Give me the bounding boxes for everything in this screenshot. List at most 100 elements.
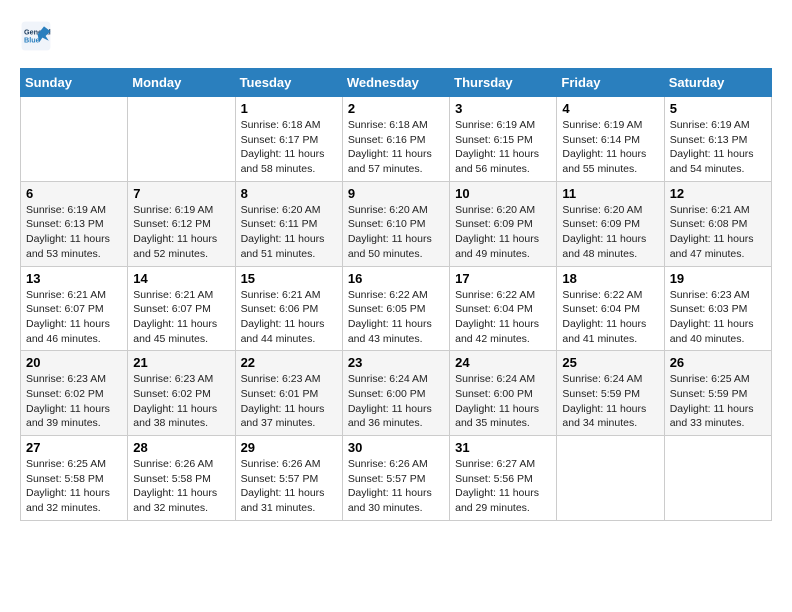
logo-icon: General Blue (20, 20, 52, 52)
day-number: 10 (455, 186, 551, 201)
day-number: 30 (348, 440, 444, 455)
day-info: Sunrise: 6:24 AM Sunset: 6:00 PM Dayligh… (348, 372, 444, 431)
day-info: Sunrise: 6:20 AM Sunset: 6:11 PM Dayligh… (241, 203, 337, 262)
day-number: 19 (670, 271, 766, 286)
day-info: Sunrise: 6:20 AM Sunset: 6:09 PM Dayligh… (455, 203, 551, 262)
calendar-week-row: 13 Sunrise: 6:21 AM Sunset: 6:07 PM Dayli… (21, 266, 772, 351)
day-number: 11 (562, 186, 658, 201)
day-number: 18 (562, 271, 658, 286)
calendar-cell: 27 Sunrise: 6:25 AM Sunset: 5:58 PM Dayli… (21, 436, 128, 521)
day-info: Sunrise: 6:26 AM Sunset: 5:58 PM Dayligh… (133, 457, 229, 516)
day-number: 12 (670, 186, 766, 201)
day-number: 16 (348, 271, 444, 286)
header-wednesday: Wednesday (342, 69, 449, 97)
calendar-cell: 14 Sunrise: 6:21 AM Sunset: 6:07 PM Dayli… (128, 266, 235, 351)
day-number: 14 (133, 271, 229, 286)
calendar-cell: 16 Sunrise: 6:22 AM Sunset: 6:05 PM Dayli… (342, 266, 449, 351)
day-number: 26 (670, 355, 766, 370)
day-info: Sunrise: 6:25 AM Sunset: 5:59 PM Dayligh… (670, 372, 766, 431)
day-info: Sunrise: 6:23 AM Sunset: 6:02 PM Dayligh… (133, 372, 229, 431)
calendar-cell: 19 Sunrise: 6:23 AM Sunset: 6:03 PM Dayli… (664, 266, 771, 351)
day-number: 2 (348, 101, 444, 116)
day-info: Sunrise: 6:21 AM Sunset: 6:06 PM Dayligh… (241, 288, 337, 347)
day-info: Sunrise: 6:26 AM Sunset: 5:57 PM Dayligh… (241, 457, 337, 516)
header-thursday: Thursday (450, 69, 557, 97)
calendar-cell: 10 Sunrise: 6:20 AM Sunset: 6:09 PM Dayli… (450, 181, 557, 266)
day-number: 29 (241, 440, 337, 455)
calendar-cell: 21Sunrise: 6:23 AM Sunset: 6:02 PM Dayli… (128, 351, 235, 436)
calendar-week-row: 27 Sunrise: 6:25 AM Sunset: 5:58 PM Dayli… (21, 436, 772, 521)
calendar-table: SundayMondayTuesdayWednesdayThursdayFrid… (20, 68, 772, 521)
calendar-cell: 3Sunrise: 6:19 AM Sunset: 6:15 PM Daylig… (450, 97, 557, 182)
calendar-cell (128, 97, 235, 182)
day-info: Sunrise: 6:19 AM Sunset: 6:12 PM Dayligh… (133, 203, 229, 262)
calendar-cell: 17 Sunrise: 6:22 AM Sunset: 6:04 PM Dayli… (450, 266, 557, 351)
calendar-cell: 5 Sunrise: 6:19 AM Sunset: 6:13 PM Daylig… (664, 97, 771, 182)
calendar-cell: 15 Sunrise: 6:21 AM Sunset: 6:06 PM Dayli… (235, 266, 342, 351)
day-info: Sunrise: 6:25 AM Sunset: 5:58 PM Dayligh… (26, 457, 122, 516)
day-info: Sunrise: 6:24 AM Sunset: 5:59 PM Dayligh… (562, 372, 658, 431)
calendar-cell: 1 Sunrise: 6:18 AM Sunset: 6:17 PM Daylig… (235, 97, 342, 182)
day-number: 6 (26, 186, 122, 201)
day-info: Sunrise: 6:19 AM Sunset: 6:13 PM Dayligh… (26, 203, 122, 262)
calendar-cell: 23 Sunrise: 6:24 AM Sunset: 6:00 PM Dayli… (342, 351, 449, 436)
day-number: 24 (455, 355, 551, 370)
day-info: Sunrise: 6:21 AM Sunset: 6:08 PM Dayligh… (670, 203, 766, 262)
day-number: 7 (133, 186, 229, 201)
calendar-cell: 11 Sunrise: 6:20 AM Sunset: 6:09 PM Dayli… (557, 181, 664, 266)
calendar-header-row: SundayMondayTuesdayWednesdayThursdayFrid… (21, 69, 772, 97)
day-info: Sunrise: 6:22 AM Sunset: 6:04 PM Dayligh… (562, 288, 658, 347)
svg-text:Blue: Blue (24, 35, 40, 44)
day-number: 31 (455, 440, 551, 455)
calendar-cell: 20Sunrise: 6:23 AM Sunset: 6:02 PM Dayli… (21, 351, 128, 436)
day-number: 25 (562, 355, 658, 370)
day-info: Sunrise: 6:20 AM Sunset: 6:10 PM Dayligh… (348, 203, 444, 262)
calendar-cell: 2 Sunrise: 6:18 AM Sunset: 6:16 PM Daylig… (342, 97, 449, 182)
day-number: 27 (26, 440, 122, 455)
calendar-cell (557, 436, 664, 521)
header-sunday: Sunday (21, 69, 128, 97)
day-info: Sunrise: 6:23 AM Sunset: 6:03 PM Dayligh… (670, 288, 766, 347)
day-number: 17 (455, 271, 551, 286)
calendar-cell: 24Sunrise: 6:24 AM Sunset: 6:00 PM Dayli… (450, 351, 557, 436)
calendar-cell: 22Sunrise: 6:23 AM Sunset: 6:01 PM Dayli… (235, 351, 342, 436)
calendar-cell (664, 436, 771, 521)
header-friday: Friday (557, 69, 664, 97)
day-info: Sunrise: 6:18 AM Sunset: 6:16 PM Dayligh… (348, 118, 444, 177)
day-number: 3 (455, 101, 551, 116)
calendar-week-row: 1 Sunrise: 6:18 AM Sunset: 6:17 PM Daylig… (21, 97, 772, 182)
calendar-cell: 28 Sunrise: 6:26 AM Sunset: 5:58 PM Dayli… (128, 436, 235, 521)
day-number: 28 (133, 440, 229, 455)
header-tuesday: Tuesday (235, 69, 342, 97)
calendar-cell: 9 Sunrise: 6:20 AM Sunset: 6:10 PM Daylig… (342, 181, 449, 266)
calendar-cell: 29 Sunrise: 6:26 AM Sunset: 5:57 PM Dayli… (235, 436, 342, 521)
day-info: Sunrise: 6:18 AM Sunset: 6:17 PM Dayligh… (241, 118, 337, 177)
day-number: 20 (26, 355, 122, 370)
day-number: 5 (670, 101, 766, 116)
day-info: Sunrise: 6:22 AM Sunset: 6:05 PM Dayligh… (348, 288, 444, 347)
day-number: 23 (348, 355, 444, 370)
day-info: Sunrise: 6:19 AM Sunset: 6:13 PM Dayligh… (670, 118, 766, 177)
day-number: 1 (241, 101, 337, 116)
calendar-cell: 7 Sunrise: 6:19 AM Sunset: 6:12 PM Daylig… (128, 181, 235, 266)
calendar-cell (21, 97, 128, 182)
day-number: 4 (562, 101, 658, 116)
calendar-cell: 12 Sunrise: 6:21 AM Sunset: 6:08 PM Dayli… (664, 181, 771, 266)
calendar-cell: 4Sunrise: 6:19 AM Sunset: 6:14 PM Daylig… (557, 97, 664, 182)
calendar-cell: 13 Sunrise: 6:21 AM Sunset: 6:07 PM Dayli… (21, 266, 128, 351)
day-info: Sunrise: 6:27 AM Sunset: 5:56 PM Dayligh… (455, 457, 551, 516)
day-info: Sunrise: 6:21 AM Sunset: 6:07 PM Dayligh… (26, 288, 122, 347)
calendar-cell: 18 Sunrise: 6:22 AM Sunset: 6:04 PM Dayli… (557, 266, 664, 351)
day-number: 13 (26, 271, 122, 286)
day-info: Sunrise: 6:23 AM Sunset: 6:01 PM Dayligh… (241, 372, 337, 431)
calendar-cell: 25 Sunrise: 6:24 AM Sunset: 5:59 PM Dayli… (557, 351, 664, 436)
day-info: Sunrise: 6:21 AM Sunset: 6:07 PM Dayligh… (133, 288, 229, 347)
page-header: General Blue (20, 20, 772, 52)
header-monday: Monday (128, 69, 235, 97)
day-info: Sunrise: 6:20 AM Sunset: 6:09 PM Dayligh… (562, 203, 658, 262)
calendar-week-row: 6 Sunrise: 6:19 AM Sunset: 6:13 PM Daylig… (21, 181, 772, 266)
day-number: 15 (241, 271, 337, 286)
calendar-cell: 8Sunrise: 6:20 AM Sunset: 6:11 PM Daylig… (235, 181, 342, 266)
day-number: 9 (348, 186, 444, 201)
day-info: Sunrise: 6:22 AM Sunset: 6:04 PM Dayligh… (455, 288, 551, 347)
